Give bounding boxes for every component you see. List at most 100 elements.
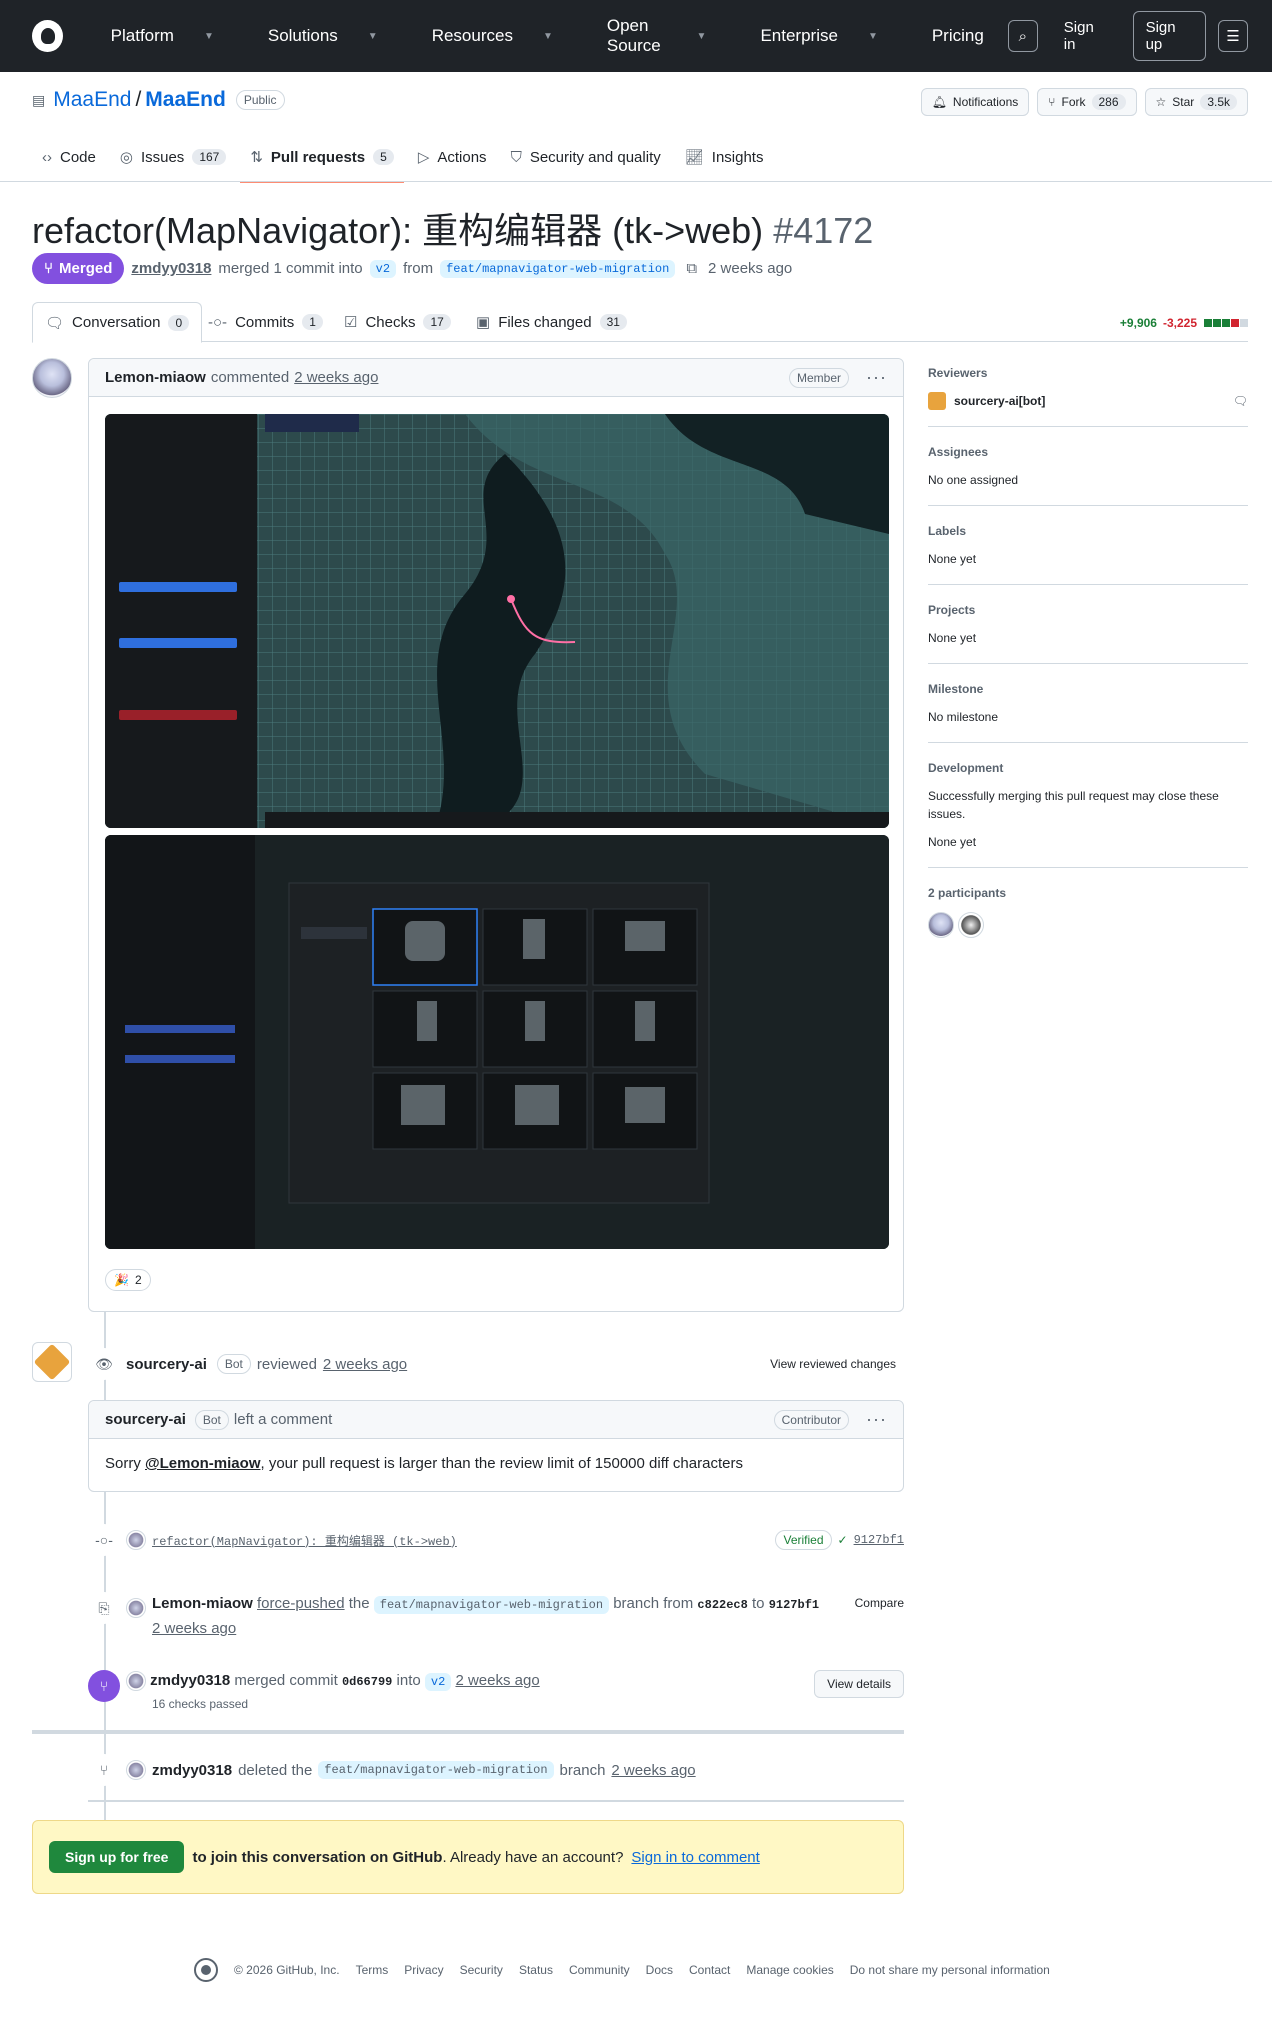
event-text: into	[396, 1672, 421, 1689]
footer-link-docs[interactable]: Docs	[646, 1963, 673, 1977]
event-author[interactable]: Lemon-miaow	[152, 1595, 253, 1612]
tab-issues[interactable]: ◎ Issues 167	[110, 140, 236, 174]
new-sha[interactable]: 9127bf1	[769, 1598, 819, 1612]
merge-sha[interactable]: 0d66799	[342, 1675, 392, 1689]
nav-label: Open Source	[606, 16, 661, 55]
footer-link-do-not-share[interactable]: Do not share my personal information	[850, 1963, 1050, 1977]
tab-actions[interactable]: ▷ Actions	[408, 140, 497, 174]
avatar[interactable]	[126, 1760, 146, 1780]
event-text: to	[752, 1595, 765, 1612]
event-author[interactable]: zmdyy0318	[150, 1672, 230, 1689]
tab-conversation[interactable]: 🗨︎ Conversation 0	[32, 302, 203, 343]
comment-text: , your pull request is larger than the r…	[260, 1455, 743, 1472]
verified-badge[interactable]: Verified	[775, 1530, 832, 1550]
sidebar-development: Development Successfully merging this pul…	[928, 743, 1248, 868]
event-author[interactable]: zmdyy0318	[152, 1762, 232, 1779]
footer-link-manage-cookies[interactable]: Manage cookies	[746, 1963, 833, 1977]
base-branch[interactable]: v2	[424, 1673, 452, 1691]
search-button[interactable]: ⌕	[1007, 20, 1038, 52]
review-author[interactable]: sourcery-ai	[126, 1356, 207, 1373]
nav-solutions[interactable]: Solutions ▼	[244, 4, 402, 68]
diffstat-bar	[1203, 316, 1248, 330]
avatar[interactable]	[32, 358, 72, 398]
nav-label: Enterprise	[760, 26, 838, 45]
merge-event: ⑂ zmdyy0318 merged commit 0d66799 into v…	[88, 1670, 904, 1720]
github-logo-icon[interactable]	[32, 20, 63, 52]
participant-avatar[interactable]	[958, 912, 984, 938]
sidebar-value: None yet	[928, 552, 977, 566]
base-branch[interactable]: v2	[369, 259, 397, 278]
sign-up-button[interactable]: Sign up	[1132, 11, 1207, 61]
tab-insights[interactable]: 📈︎ Insights	[675, 140, 774, 174]
kebab-icon[interactable]: ···	[866, 367, 887, 388]
repo-owner-link[interactable]: MaaEnd	[53, 88, 131, 112]
nav-open-source[interactable]: Open Source ▼	[583, 4, 731, 68]
mention-link[interactable]: @Lemon-miaow	[145, 1455, 260, 1472]
event-text: the	[348, 1595, 370, 1612]
comment-time[interactable]: 2 weeks ago	[294, 369, 378, 386]
event-time[interactable]: 2 weeks ago	[152, 1620, 236, 1637]
menu-button[interactable]: ☰	[1218, 20, 1249, 52]
comment-header: sourcery-ai Bot left a comment Contribut…	[89, 1401, 903, 1439]
fork-icon: ⑂	[1048, 95, 1056, 109]
sidebar-value: None yet	[928, 631, 977, 645]
nav-platform[interactable]: Platform ▼	[87, 4, 238, 68]
sign-in-comment-link[interactable]: Sign in to comment	[631, 1849, 759, 1866]
view-reviewed-changes-link[interactable]: View reviewed changes	[770, 1357, 896, 1371]
tab-pull-requests[interactable]: ⇅ Pull requests 5	[240, 140, 405, 183]
review-time[interactable]: 2 weeks ago	[323, 1356, 407, 1373]
old-sha[interactable]: c822ec8	[697, 1598, 747, 1612]
sign-up-free-button[interactable]: Sign up for free	[49, 1841, 185, 1873]
repo-actions: 🔔︎ Notifications ⑂ Fork 286 ☆ Star 3.5k	[920, 88, 1248, 116]
compare-link[interactable]: Compare	[855, 1596, 904, 1610]
footer-link-status[interactable]: Status	[519, 1963, 553, 1977]
nav-pricing[interactable]: Pricing	[908, 4, 1008, 68]
notifications-button[interactable]: 🔔︎ Notifications	[920, 88, 1030, 116]
avatar[interactable]	[126, 1671, 146, 1692]
repo-icon: ▤	[32, 91, 46, 108]
nav-resources[interactable]: Resources ▼	[408, 4, 577, 68]
github-logo-icon[interactable]	[194, 1958, 218, 1982]
sign-in-link[interactable]: Sign in	[1050, 19, 1121, 53]
tab-label: Conversation	[72, 314, 161, 331]
commit-sha-link[interactable]: 9127bf1	[854, 1533, 904, 1547]
sidebar-heading: Labels	[928, 524, 967, 538]
tab-security[interactable]: ⛉ Security and quality	[501, 140, 671, 174]
nav-enterprise[interactable]: Enterprise ▼	[736, 4, 901, 68]
reaction-button[interactable]: 🎉 2	[105, 1269, 151, 1291]
reviewer-name[interactable]: sourcery-ai[bot]	[954, 392, 1045, 410]
participant-avatar[interactable]	[928, 912, 954, 938]
event-time[interactable]: 2 weeks ago	[455, 1672, 539, 1689]
copy-icon[interactable]: ⧉	[686, 260, 697, 277]
avatar[interactable]	[126, 1598, 146, 1618]
tab-checks[interactable]: ☑ Checks 17	[332, 302, 463, 342]
commit-message-link[interactable]: refactor(MapNavigator): 重构编辑器 (tk->web)	[152, 1532, 457, 1549]
fork-button[interactable]: ⑂ Fork 286	[1037, 88, 1137, 116]
view-details-button[interactable]: View details	[814, 1670, 904, 1698]
notifications-label: Notifications	[952, 95, 1019, 109]
tab-commits[interactable]: -○- Commits 1	[196, 302, 335, 342]
star-button[interactable]: ☆ Star 3.5k	[1144, 88, 1248, 116]
footer-link-security[interactable]: Security	[460, 1963, 503, 1977]
comment-author[interactable]: Lemon-miaow	[105, 369, 206, 386]
comment-author[interactable]: sourcery-ai	[105, 1411, 186, 1428]
bot-avatar[interactable]	[32, 1342, 72, 1382]
author-link[interactable]: zmdyy0318	[131, 260, 211, 277]
footer-link-community[interactable]: Community	[569, 1963, 630, 1977]
avatar[interactable]	[126, 1530, 146, 1550]
kebab-icon[interactable]: ···	[866, 1409, 887, 1430]
nav-label: Pricing	[931, 26, 984, 45]
sidebar-assignees: Assignees No one assigned	[928, 427, 1248, 506]
tab-files-changed[interactable]: ▣ Files changed 31	[464, 302, 639, 342]
tab-code[interactable]: ‹› Code	[32, 140, 106, 174]
footer-link-privacy[interactable]: Privacy	[404, 1963, 443, 1977]
footer-link-contact[interactable]: Contact	[689, 1963, 730, 1977]
event-time[interactable]: 2 weeks ago	[611, 1762, 695, 1779]
footer-link-terms[interactable]: Terms	[356, 1963, 389, 1977]
repo-name-link[interactable]: MaaEnd	[145, 88, 226, 112]
head-branch[interactable]: feat/mapnavigator-web-migration	[440, 259, 676, 278]
branch-label[interactable]: feat/mapnavigator-web-migration	[373, 1596, 610, 1614]
additions: +9,906	[1119, 316, 1157, 330]
force-push-link[interactable]: force-pushed	[257, 1595, 345, 1612]
merge-icon: ⑂	[88, 1670, 120, 1702]
